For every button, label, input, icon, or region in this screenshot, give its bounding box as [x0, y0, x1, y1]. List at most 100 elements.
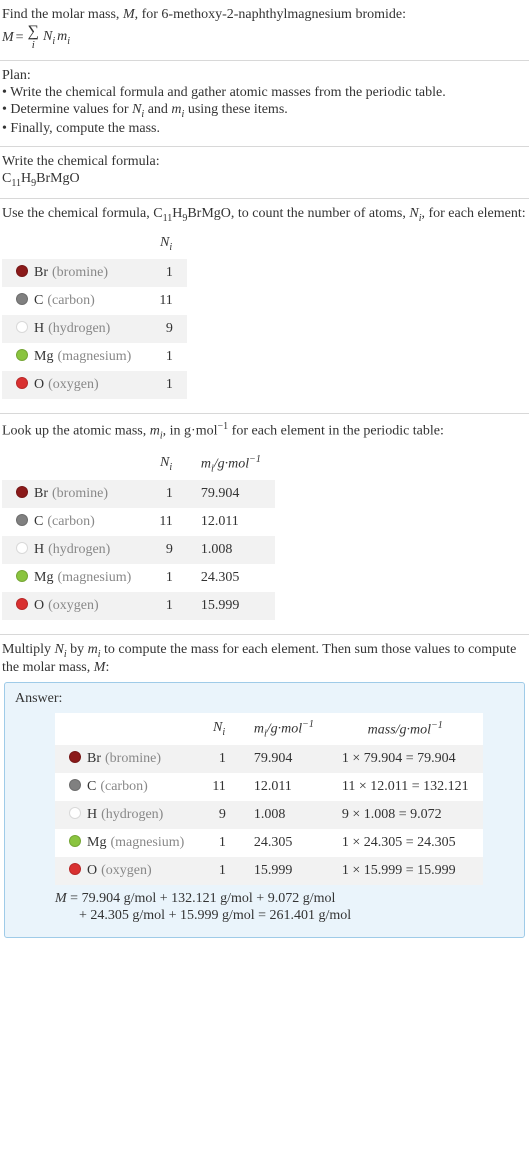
element-cell: Br(bromine) [2, 480, 145, 508]
element-cell: C(carbon) [55, 773, 198, 801]
plan-bullet: • Write the chemical formula and gather … [2, 85, 527, 101]
chemical-formula: C11H9BrMgO [2, 171, 527, 189]
element-name: (magnesium) [57, 570, 131, 585]
text: and [144, 102, 171, 117]
element-swatch-icon [69, 863, 81, 875]
answer-label: Answer: [15, 691, 514, 707]
table-header-empty [55, 713, 198, 745]
text: • Determine values for [2, 102, 132, 117]
intro-line1: Find the molar mass, M, for 6-methoxy-2-… [2, 7, 527, 23]
var-M: M [55, 891, 67, 906]
var-N: N [43, 29, 52, 44]
table-row: O(oxygen)115.9991 × 15.999 = 15.999 [55, 857, 483, 885]
unit: /g·mol [214, 456, 249, 471]
text: : [105, 660, 109, 675]
mass-table: Ni mi/g·mol−1 Br(bromine)179.904C(carbon… [2, 448, 275, 620]
mass-cell: 79.904 [187, 480, 275, 508]
element-swatch-icon [69, 751, 81, 763]
count-cell: 11 [145, 287, 186, 315]
table-row: O(oxygen)115.999 [2, 592, 275, 620]
element-cell: O(oxygen) [55, 857, 198, 885]
unit: /g·mol [267, 722, 302, 737]
superscript: −1 [249, 454, 261, 465]
text: Use the chemical formula, C [2, 206, 163, 221]
element-swatch-icon [16, 514, 28, 526]
mi-cell: 15.999 [240, 857, 328, 885]
table-header-empty [2, 229, 145, 259]
element-name: (bromine) [105, 751, 161, 766]
mass-cell: 1.008 [187, 536, 275, 564]
mass-calc-cell: 1 × 15.999 = 15.999 [328, 857, 483, 885]
element-name: (hydrogen) [48, 542, 110, 557]
table-row: Br(bromine)179.9041 × 79.904 = 79.904 [55, 745, 483, 773]
table-row: H(hydrogen)91.008 [2, 536, 275, 564]
table-header-empty [2, 448, 145, 480]
table-header-mi: mi/g·mol−1 [187, 448, 275, 480]
result-line2: + 24.305 g/mol + 15.999 g/mol = 261.401 … [55, 908, 514, 924]
mi-cell: 12.011 [240, 773, 328, 801]
mass-calc-cell: 9 × 1.008 = 9.072 [328, 801, 483, 829]
answer-table: Ni mi/g·mol−1 mass/g·mol−1 Br(bromine)17… [55, 713, 483, 885]
count-cell: 1 [198, 745, 239, 773]
element-cell: H (hydrogen) [2, 536, 145, 564]
formula-section: Write the chemical formula: C11H9BrMgO [0, 147, 529, 199]
element-cell: C(carbon) [2, 508, 145, 536]
text: , for each element: [421, 206, 525, 221]
count-cell: 9 [145, 315, 186, 343]
table-header-ni: Ni [145, 448, 186, 480]
text: BrMgO, to count the number of atoms, [187, 206, 409, 221]
element-name: (carbon) [47, 514, 94, 529]
answer-inner: Ni mi/g·mol−1 mass/g·mol−1 Br(bromine)17… [15, 713, 514, 924]
element-symbol: C [34, 293, 43, 308]
element-symbol: Br [34, 265, 48, 280]
count-cell: 1 [145, 592, 186, 620]
element-swatch-icon [16, 293, 28, 305]
element-cell: Mg(magnesium) [2, 343, 145, 371]
var-N: N [160, 455, 169, 470]
var-M: M [123, 7, 135, 22]
element-swatch-icon [16, 570, 28, 582]
element-swatch-icon [69, 779, 81, 791]
var-M: M [94, 660, 106, 675]
element-symbol: O [34, 377, 44, 392]
element-swatch-icon [16, 321, 28, 333]
element-swatch-icon [16, 265, 28, 277]
table-header-ni: Ni [198, 713, 239, 745]
count-cell: 1 [145, 480, 186, 508]
table-row: H(hydrogen)91.0089 × 1.008 = 9.072 [55, 801, 483, 829]
var-m: m [254, 722, 264, 737]
superscript: −1 [302, 719, 314, 730]
intro-formula: M = ∑ i Ni mi [2, 24, 527, 51]
text: = 79.904 g/mol + 132.121 g/mol + 9.072 g… [67, 891, 336, 906]
element-symbol: H [34, 542, 44, 557]
var-N: N [55, 642, 64, 657]
text: by [67, 642, 88, 657]
var-m: m [150, 424, 160, 439]
element-name: (bromine) [52, 486, 108, 501]
text: Find the molar mass, [2, 7, 123, 22]
element-name: (carbon) [47, 293, 94, 308]
element-name: (magnesium) [110, 835, 184, 850]
mass-cell: 24.305 [187, 564, 275, 592]
plan-bullet: • Finally, compute the mass. [2, 121, 527, 137]
text: , for 6-methoxy-2-naphthylmagnesium brom… [135, 7, 406, 22]
element-name: (oxygen) [48, 377, 99, 392]
mi-cell: 24.305 [240, 829, 328, 857]
var-m: m [201, 456, 211, 471]
final-section: Multiply Ni by mi to compute the mass fo… [0, 635, 529, 948]
final-text: Multiply Ni by mi to compute the mass fo… [2, 642, 527, 676]
formula-header: Write the chemical formula: [2, 154, 527, 170]
table-row: H(hydrogen)9 [2, 315, 187, 343]
text: using these items. [184, 102, 287, 117]
mass-text: Look up the atomic mass, mi, in g·mol−1 … [2, 421, 527, 441]
element-name: (magnesium) [57, 349, 131, 364]
element-swatch-icon [16, 486, 28, 498]
element-cell: H(hydrogen) [55, 801, 198, 829]
table-row: Mg(magnesium)1 [2, 343, 187, 371]
element-symbol: H [87, 807, 97, 822]
count-cell: 1 [198, 829, 239, 857]
mass-cell: 15.999 [187, 592, 275, 620]
element-name: (oxygen) [48, 598, 99, 613]
element-cell: Mg(magnesium) [2, 564, 145, 592]
table-row: Mg(magnesium)124.3051 × 24.305 = 24.305 [55, 829, 483, 857]
